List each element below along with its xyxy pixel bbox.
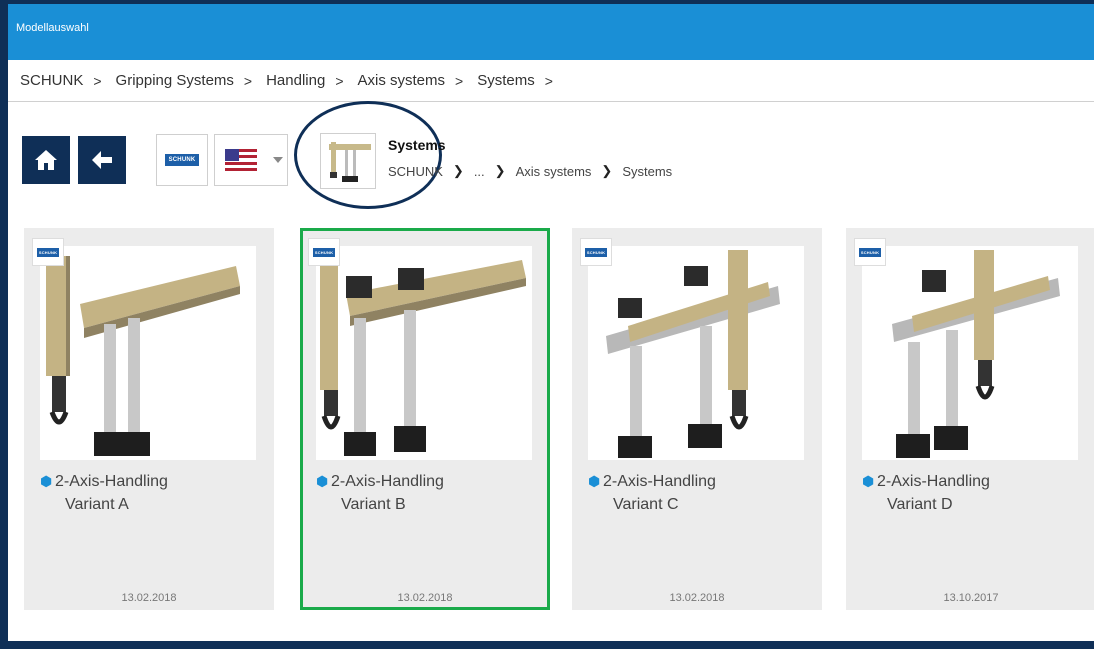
breadcrumb-item-gripping-systems[interactable]: Gripping Systems > xyxy=(116,72,267,89)
chevron-down-icon xyxy=(273,157,283,163)
breadcrumb-item-axis-systems[interactable]: Axis systems > xyxy=(358,72,478,89)
us-flag-icon xyxy=(225,149,257,171)
language-dropdown[interactable] xyxy=(214,134,288,186)
cube-3d-icon: ⬢ xyxy=(40,473,53,489)
schunk-logo: SCHUNK xyxy=(584,247,608,257)
schunk-logo: SCHUNK xyxy=(858,247,882,257)
schunk-logo: SCHUNK xyxy=(36,247,60,257)
product-date: 13.02.2018 xyxy=(669,592,725,604)
product-image xyxy=(588,246,804,460)
product-card[interactable]: SCHUNK ⬢ 2-Axis-Handling Variant C 13.02.… xyxy=(572,228,822,610)
window-title: Modellauswahl xyxy=(16,22,89,34)
product-card[interactable]: SCHUNK ⬢ 2-Axis-Handling Variant A 13.02.… xyxy=(24,228,274,610)
home-button[interactable] xyxy=(22,136,70,184)
chevron-right-icon: ❯ xyxy=(494,163,506,178)
cube-3d-icon: ⬢ xyxy=(862,473,875,489)
product-name: ⬢ 2-Axis-Handling Variant D xyxy=(862,470,990,516)
breadcrumb-separator: > xyxy=(243,72,253,89)
breadcrumb-item-handling[interactable]: Handling > xyxy=(266,72,357,89)
schunk-badge: SCHUNK xyxy=(308,238,340,266)
home-icon xyxy=(35,150,57,170)
breadcrumb: SCHUNK > Gripping Systems > Handling > Axis… xyxy=(8,60,1094,102)
breadcrumb-item-schunk[interactable]: SCHUNK > xyxy=(20,72,116,89)
current-category-title: Systems xyxy=(388,137,446,153)
path-item[interactable]: Systems xyxy=(622,164,672,179)
chevron-right-icon: ❯ xyxy=(452,163,464,178)
schunk-badge: SCHUNK xyxy=(580,238,612,266)
schunk-badge: SCHUNK xyxy=(854,238,886,266)
product-name: ⬢ 2-Axis-Handling Variant C xyxy=(588,470,716,516)
product-name: ⬢ 2-Axis-Handling Variant B xyxy=(316,470,444,516)
path-item[interactable]: ... xyxy=(474,164,485,179)
product-name: ⬢ 2-Axis-Handling Variant A xyxy=(40,470,168,516)
breadcrumb-item-systems[interactable]: Systems > xyxy=(477,72,567,89)
product-image xyxy=(40,246,256,460)
cube-3d-icon: ⬢ xyxy=(588,473,601,489)
breadcrumb-separator: > xyxy=(335,72,344,89)
product-card-selected[interactable]: SCHUNK ⬢ 2-Axis-Handling Variant B 13.02.… xyxy=(300,228,550,610)
catalog-selector[interactable]: SCHUNK xyxy=(156,134,208,186)
product-date: 13.02.2018 xyxy=(121,592,177,604)
chevron-right-icon: ❯ xyxy=(601,163,613,178)
breadcrumb-separator: > xyxy=(455,72,464,89)
current-category-path: SCHUNK ❯ ... ❯ Axis systems ❯ Systems xyxy=(388,163,672,179)
product-image xyxy=(316,246,532,460)
breadcrumb-separator: > xyxy=(93,72,102,89)
product-date: 13.10.2017 xyxy=(943,592,999,604)
product-card[interactable]: SCHUNK ⬢ 2-Axis-Handling Variant D 13.10.… xyxy=(846,228,1094,610)
schunk-logo: SCHUNK xyxy=(164,154,200,166)
arrow-left-icon xyxy=(92,151,112,169)
toolbar: SCHUNK xyxy=(22,134,288,186)
product-image xyxy=(862,246,1078,460)
cube-3d-icon: ⬢ xyxy=(316,473,329,489)
window-titlebar: Modellauswahl xyxy=(8,4,1094,60)
schunk-logo: SCHUNK xyxy=(312,247,336,257)
breadcrumb-separator: > xyxy=(544,72,553,89)
back-button[interactable] xyxy=(78,136,126,184)
path-item[interactable]: Axis systems xyxy=(516,164,592,179)
highlight-annotation xyxy=(294,101,442,209)
schunk-badge: SCHUNK xyxy=(32,238,64,266)
product-date: 13.02.2018 xyxy=(397,592,453,604)
path-item[interactable]: SCHUNK xyxy=(388,164,443,179)
